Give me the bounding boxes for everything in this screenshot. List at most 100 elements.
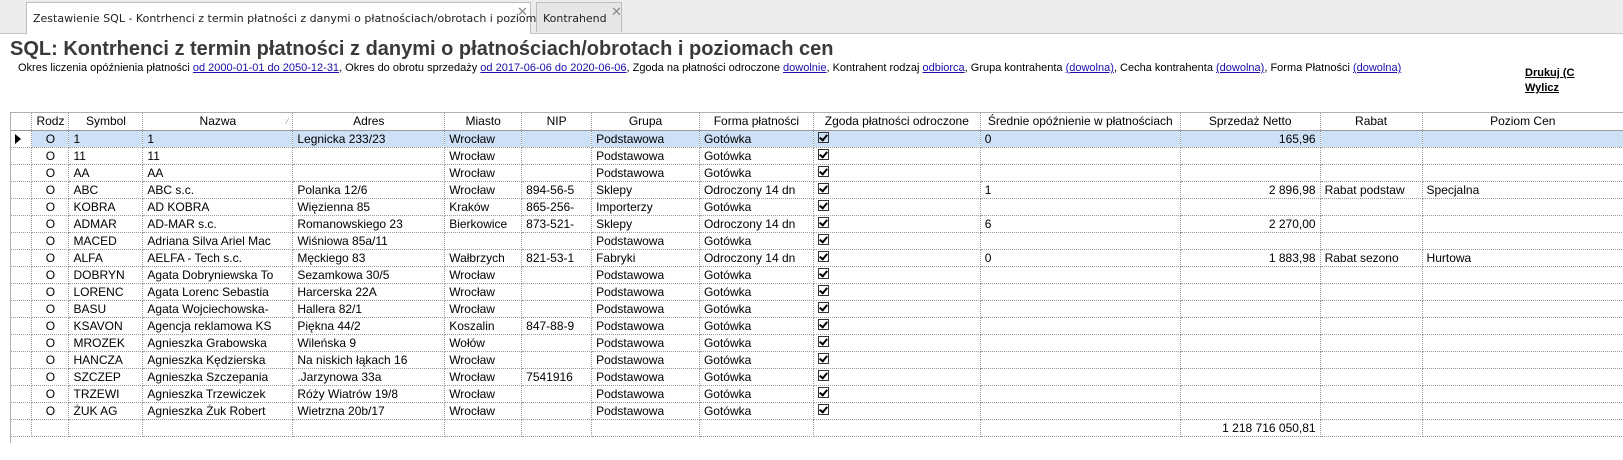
column-header[interactable]: Sprzedaż Netto xyxy=(1180,113,1321,131)
cell-symbol[interactable]: ALFA xyxy=(68,249,144,267)
cell-grupa[interactable]: Podstawowa xyxy=(591,317,700,335)
cell-grupa[interactable]: Podstawowa xyxy=(591,130,700,148)
checkbox-checked-icon[interactable] xyxy=(817,319,829,331)
cell-sprzedaz[interactable] xyxy=(1180,317,1321,335)
row-indicator[interactable] xyxy=(11,368,33,386)
cell-adres[interactable]: Więzienna 85 xyxy=(292,198,446,216)
cell-nip[interactable]: 821-53-1 xyxy=(521,249,593,267)
cell-poziom[interactable] xyxy=(1422,232,1623,250)
cell-grupa[interactable]: Sklepy xyxy=(591,181,700,199)
table-row[interactable]: O LORENC Agata Lorenc Sebastia Harcerska 22… xyxy=(11,283,1623,301)
cell-rodz[interactable]: O xyxy=(31,266,70,284)
cell-nazwa[interactable]: AD-MAR s.c. xyxy=(142,215,294,233)
cell-forma[interactable]: Odroczony 14 dn xyxy=(699,215,814,233)
cell-nip[interactable] xyxy=(521,164,593,182)
cell-adres[interactable]: Wiśniowa 85a/11 xyxy=(292,232,446,250)
table-row[interactable]: O KOBRA AD KOBRA Więzienna 85 Kraków 865-256-… xyxy=(11,198,1623,216)
cell-opoz[interactable] xyxy=(980,334,1181,352)
cell-miasto[interactable]: Wrocław xyxy=(444,266,523,284)
cell-rodz[interactable]: O xyxy=(31,402,70,420)
cell-rabat[interactable] xyxy=(1320,130,1423,148)
cell-rodz[interactable]: O xyxy=(31,334,70,352)
close-icon[interactable]: ✕ xyxy=(611,4,622,20)
print-button[interactable]: Drukuj (C xyxy=(1525,67,1575,79)
column-header[interactable]: Forma płatności xyxy=(699,113,814,131)
column-header[interactable]: Nazwa ⁄ xyxy=(142,113,294,131)
column-header[interactable]: NIP xyxy=(521,113,593,131)
cell-grupa[interactable]: Podstawowa xyxy=(591,351,700,369)
cell-miasto[interactable]: Kraków xyxy=(444,198,523,216)
cell-miasto[interactable]: Wrocław xyxy=(444,164,523,182)
table-row[interactable]: O MACED Adriana Silva Ariel Mac Wiśniowa 85… xyxy=(11,232,1623,250)
cell-grupa[interactable]: Podstawowa xyxy=(591,402,700,420)
cell-zgoda[interactable] xyxy=(813,198,981,216)
row-indicator[interactable] xyxy=(11,147,33,165)
table-row[interactable]: O TRZEWI Agnieszka Trzewiczek Róży Wiatrów … xyxy=(11,385,1623,403)
cell-nazwa[interactable]: AELFA - Tech s.c. xyxy=(142,249,294,267)
cell-nip[interactable]: 873-521- xyxy=(521,215,593,233)
cell-adres[interactable]: Wileńska 9 xyxy=(292,334,446,352)
cell-poziom[interactable] xyxy=(1422,402,1623,420)
cell-nazwa[interactable]: 1 xyxy=(142,130,294,148)
row-indicator[interactable] xyxy=(11,249,33,267)
cell-rabat[interactable] xyxy=(1320,266,1423,284)
column-header[interactable]: Średnie opóźnienie w płatnościach xyxy=(980,113,1181,131)
cell-grupa[interactable]: Podstawowa xyxy=(591,147,700,165)
cell-symbol[interactable]: ADMAR xyxy=(68,215,144,233)
cell-opoz[interactable] xyxy=(980,402,1181,420)
cell-grupa[interactable]: Podstawowa xyxy=(591,266,700,284)
table-row[interactable]: O SZCZEP Agnieszka Szczepania .Jarzynowa 33… xyxy=(11,368,1623,386)
cell-adres[interactable]: Sezamkowa 30/5 xyxy=(292,266,446,284)
cell-poziom[interactable] xyxy=(1422,266,1623,284)
cell-zgoda[interactable] xyxy=(813,181,981,199)
cell-nazwa[interactable]: Agnieszka Szczepania xyxy=(142,368,294,386)
cell-poziom[interactable] xyxy=(1422,300,1623,318)
tab-sql-report[interactable]: Zestawienie SQL - Kontrhenci z termin pł… xyxy=(26,2,579,34)
cell-nip[interactable]: 7541916 xyxy=(521,368,593,386)
cell-miasto[interactable]: Bierkowice xyxy=(444,215,523,233)
cell-opoz[interactable] xyxy=(980,266,1181,284)
cell-miasto[interactable]: Wałbrzych xyxy=(444,249,523,267)
cell-rodz[interactable]: O xyxy=(31,181,70,199)
cell-adres[interactable] xyxy=(292,164,446,182)
cell-sprzedaz[interactable] xyxy=(1180,385,1321,403)
cell-grupa[interactable]: Podstawowa xyxy=(591,164,700,182)
cell-symbol[interactable]: 11 xyxy=(68,147,144,165)
cell-adres[interactable]: Harcerska 22A xyxy=(292,283,446,301)
cell-nip[interactable] xyxy=(521,266,593,284)
cell-zgoda[interactable] xyxy=(813,164,981,182)
cell-miasto[interactable]: Wrocław xyxy=(444,130,523,148)
cell-poziom[interactable] xyxy=(1422,164,1623,182)
cell-rodz[interactable]: O xyxy=(31,249,70,267)
cell-symbol[interactable]: MROZEK xyxy=(68,334,144,352)
cell-poziom[interactable] xyxy=(1422,215,1623,233)
cell-rodz[interactable]: O xyxy=(31,232,70,250)
cell-rabat[interactable]: Rabat podstaw xyxy=(1320,181,1423,199)
table-row[interactable]: O DOBRYN Agata Dobryniewska To Sezamkowa 30… xyxy=(11,266,1623,284)
checkbox-checked-icon[interactable] xyxy=(817,353,829,365)
cell-zgoda[interactable] xyxy=(813,147,981,165)
checkbox-checked-icon[interactable] xyxy=(817,132,829,144)
column-header[interactable]: Symbol xyxy=(68,113,144,131)
checkbox-checked-icon[interactable] xyxy=(817,149,829,161)
cell-rabat[interactable] xyxy=(1320,351,1423,369)
cell-grupa[interactable]: Podstawowa xyxy=(591,300,700,318)
cell-adres[interactable] xyxy=(292,147,446,165)
cell-adres[interactable]: .Jarzynowa 33a xyxy=(292,368,446,386)
cell-forma[interactable]: Gotówka xyxy=(699,130,814,148)
row-indicator[interactable] xyxy=(11,266,33,284)
cell-zgoda[interactable] xyxy=(813,368,981,386)
checkbox-checked-icon[interactable] xyxy=(817,336,829,348)
cell-rabat[interactable] xyxy=(1320,402,1423,420)
cell-poziom[interactable] xyxy=(1422,385,1623,403)
cell-opoz[interactable] xyxy=(980,147,1181,165)
cell-rabat[interactable]: Rabat sezono xyxy=(1320,249,1423,267)
cell-forma[interactable]: Gotówka xyxy=(699,317,814,335)
cell-miasto[interactable]: Wrocław xyxy=(444,368,523,386)
cell-forma[interactable]: Gotówka xyxy=(699,198,814,216)
column-header[interactable]: Adres xyxy=(292,113,446,131)
cell-adres[interactable]: Na niskich łąkach 16 xyxy=(292,351,446,369)
row-indicator[interactable] xyxy=(11,334,33,352)
cell-nazwa[interactable]: Agnieszka Trzewiczek xyxy=(142,385,294,403)
cell-nip[interactable] xyxy=(521,351,593,369)
